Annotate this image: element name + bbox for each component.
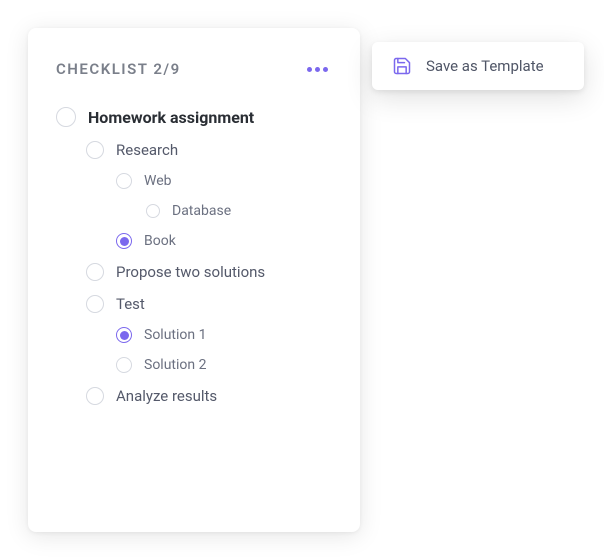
radio-icon[interactable]: [86, 263, 104, 281]
panel-title: CHECKLIST 2/9: [56, 60, 181, 78]
checklist-item-root[interactable]: Homework assignment: [56, 100, 332, 134]
item-label: Research: [116, 141, 178, 159]
item-label: Solution 2: [144, 357, 206, 373]
dots-icon: [307, 67, 312, 72]
popover-label: Save as Template: [426, 57, 544, 75]
checklist-item-solution2[interactable]: Solution 2: [56, 350, 332, 380]
checklist-item-web[interactable]: Web: [56, 166, 332, 196]
item-label: Propose two solutions: [116, 263, 265, 281]
radio-icon[interactable]: [86, 295, 104, 313]
checklist-panel: CHECKLIST 2/9 Homework assignment Resear…: [28, 28, 360, 532]
floppy-disk-icon: [392, 56, 412, 76]
dots-icon: [315, 67, 320, 72]
item-label: Web: [144, 173, 172, 189]
radio-icon[interactable]: [86, 141, 104, 159]
item-label: Database: [172, 203, 231, 219]
item-label: Solution 1: [144, 327, 206, 343]
item-label: Homework assignment: [88, 108, 254, 127]
checklist-item-propose[interactable]: Propose two solutions: [56, 256, 332, 288]
checklist-item-analyze[interactable]: Analyze results: [56, 380, 332, 412]
radio-icon[interactable]: [146, 204, 160, 218]
save-as-template-button[interactable]: Save as Template: [372, 42, 584, 90]
item-label: Test: [116, 295, 145, 313]
radio-icon[interactable]: [116, 233, 132, 249]
checklist-item-database[interactable]: Database: [56, 196, 332, 226]
item-label: Book: [144, 233, 176, 249]
radio-icon[interactable]: [116, 173, 132, 189]
radio-icon[interactable]: [116, 327, 132, 343]
radio-icon[interactable]: [116, 357, 132, 373]
radio-icon[interactable]: [86, 387, 104, 405]
more-options-button[interactable]: [303, 63, 332, 76]
dots-icon: [323, 67, 328, 72]
checklist-item-test[interactable]: Test: [56, 288, 332, 320]
item-label: Analyze results: [116, 387, 217, 405]
checklist-item-solution1[interactable]: Solution 1: [56, 320, 332, 350]
panel-header: CHECKLIST 2/9: [56, 60, 332, 78]
checklist-item-research[interactable]: Research: [56, 134, 332, 166]
radio-icon[interactable]: [56, 107, 76, 127]
checklist-item-book[interactable]: Book: [56, 226, 332, 256]
